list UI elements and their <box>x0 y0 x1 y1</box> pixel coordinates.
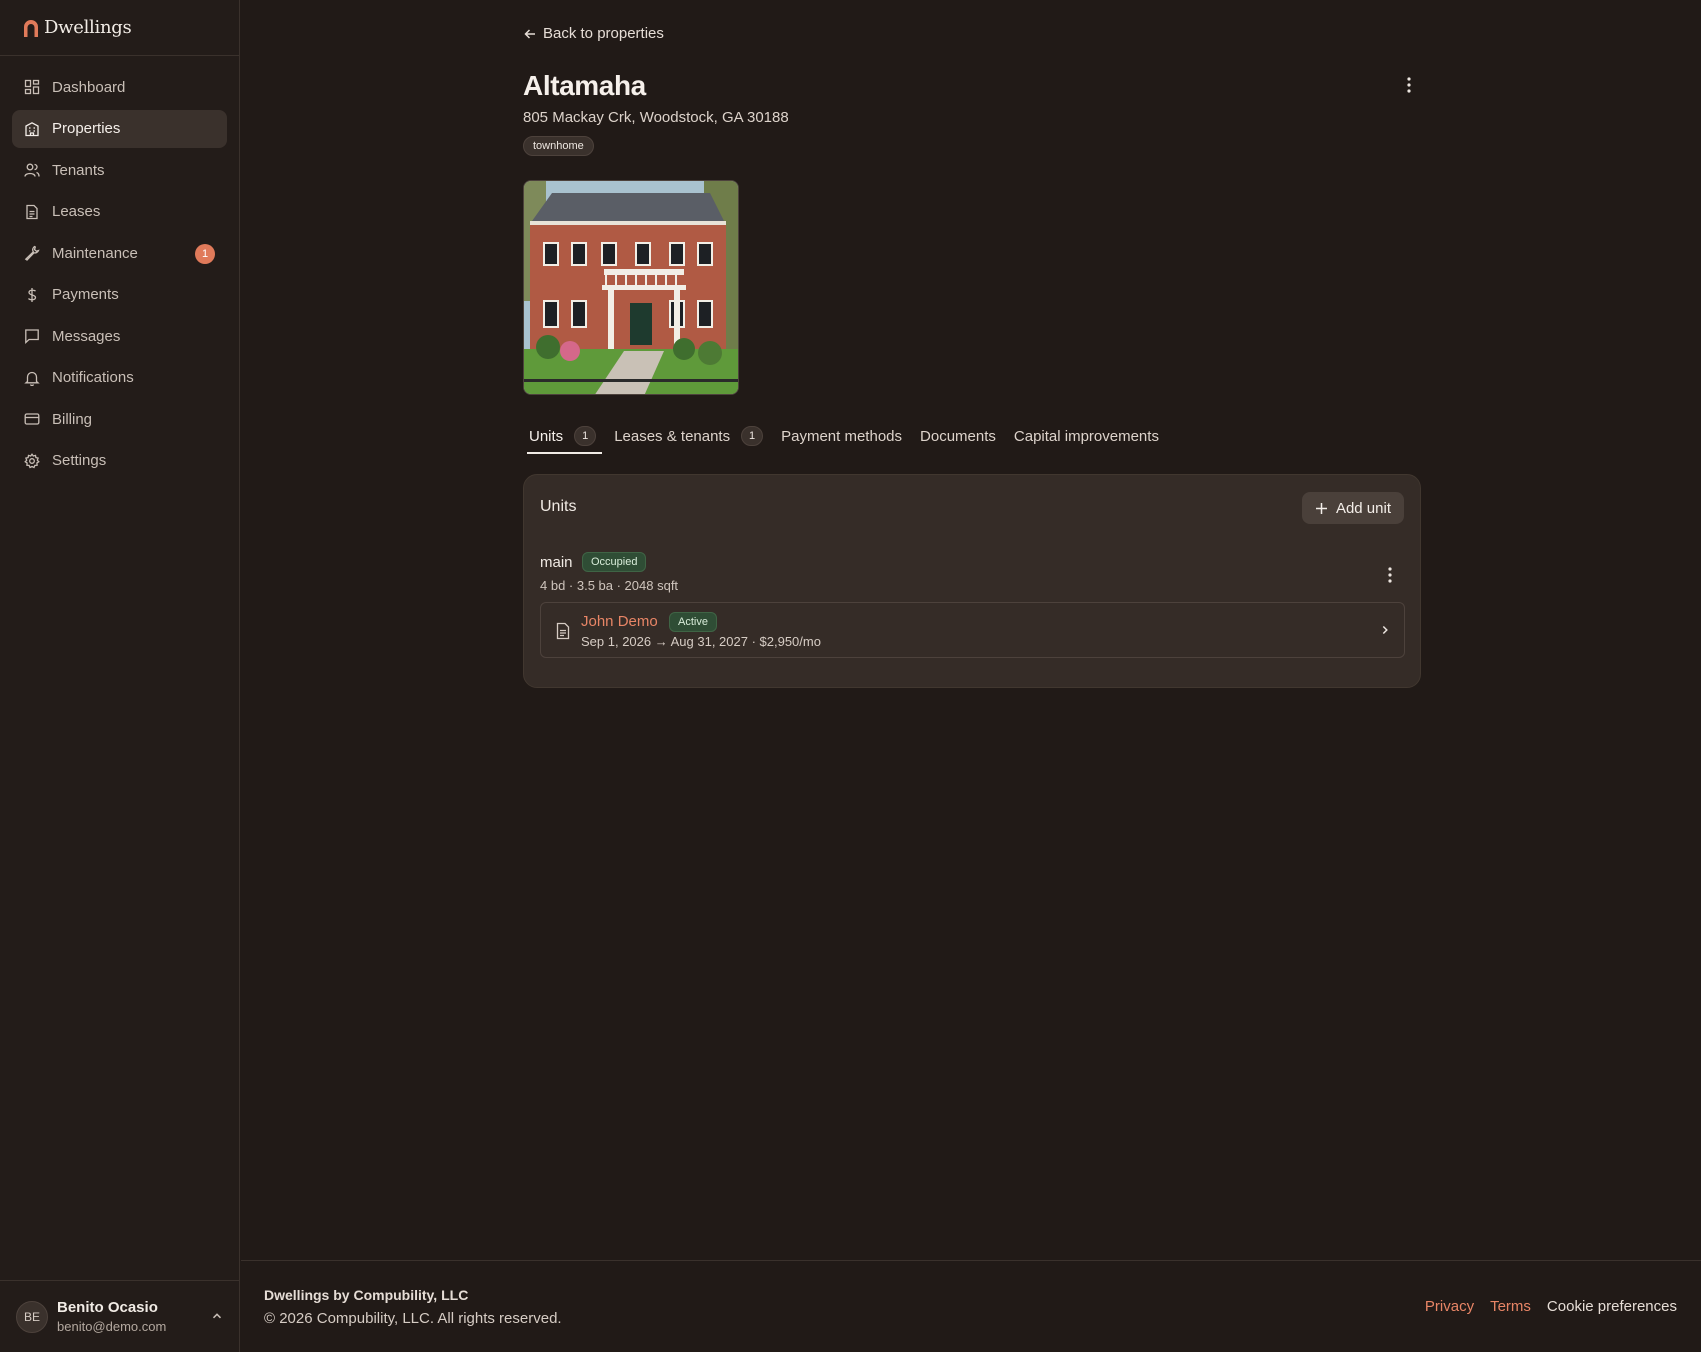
sidebar-item-dashboard[interactable]: Dashboard <box>12 68 227 106</box>
brand[interactable]: Dwellings <box>0 0 239 56</box>
property-type-tag: townhome <box>523 136 594 156</box>
back-link-label: Back to properties <box>543 25 664 42</box>
property-address: 805 Mackay Crk, Woodstock, GA 30188 <box>523 109 789 126</box>
lease-details: Sep 1, 2026 → Aug 31, 2027 · $2,950/mo <box>581 634 821 649</box>
page-title: Altamaha <box>523 70 646 101</box>
footer-links: Privacy Terms Cookie preferences <box>1409 1298 1677 1315</box>
sidebar-item-payments[interactable]: Payments <box>12 276 227 314</box>
unit-status-badge: Occupied <box>582 552 647 572</box>
sidebar-nav: Dashboard Properties Tenants Leases Main… <box>0 56 239 480</box>
dashboard-icon <box>24 79 40 95</box>
sidebar-item-label: Properties <box>52 120 121 137</box>
message-icon <box>24 328 40 344</box>
add-unit-button[interactable]: Add unit <box>1301 492 1404 524</box>
document-icon <box>24 204 40 220</box>
building-icon <box>24 121 40 137</box>
sidebar-item-tenants[interactable]: Tenants <box>12 151 227 189</box>
tab-label: Leases & tenants <box>614 427 731 445</box>
tab-units[interactable]: Units 1 <box>523 421 603 454</box>
logo-icon <box>24 19 38 37</box>
user-menu[interactable]: BE Benito Ocasio benito@demo.com <box>0 1280 240 1352</box>
sidebar-item-settings[interactable]: Settings <box>12 442 227 480</box>
units-card-title: Units <box>540 498 577 515</box>
sidebar-item-leases[interactable]: Leases <box>12 193 227 231</box>
tab-count-badge: 1 <box>741 426 764 446</box>
document-icon <box>556 622 570 640</box>
avatar: BE <box>16 1300 48 1333</box>
tab-label: Units <box>529 427 564 445</box>
plus-icon <box>1315 502 1327 514</box>
property-tabs: Units 1 Leases & tenants 1 Payment metho… <box>523 421 1171 454</box>
tenant-name-link[interactable]: John Demo <box>581 613 658 630</box>
lease-row[interactable]: John Demo Active Sep 1, 2026 → Aug 31, 2… <box>540 602 1405 658</box>
unit-stats: 4 bd · 3.5 ba · 2048 sqft <box>540 578 679 593</box>
terms-link[interactable]: Terms <box>1490 1298 1531 1315</box>
sidebar-item-messages[interactable]: Messages <box>12 317 227 355</box>
user-info: Benito Ocasio benito@demo.com <box>57 1299 166 1334</box>
add-unit-label: Add unit <box>1335 499 1391 517</box>
sidebar-item-label: Notifications <box>52 369 134 386</box>
sidebar-item-billing[interactable]: Billing <box>12 400 227 438</box>
footer: Dwellings by Compubility, LLC © 2026 Com… <box>241 1260 1701 1352</box>
user-name: Benito Ocasio <box>57 1299 158 1316</box>
privacy-link[interactable]: Privacy <box>1425 1298 1474 1315</box>
tab-label: Documents <box>920 427 996 445</box>
footer-copyright: © 2026 Compubility, LLC. All rights rese… <box>264 1310 562 1327</box>
back-to-properties-link[interactable]: Back to properties <box>523 25 664 42</box>
sidebar-item-properties[interactable]: Properties <box>12 109 227 148</box>
townhouse-image <box>524 181 738 394</box>
tab-label: Payment methods <box>781 427 903 445</box>
credit-card-icon <box>24 411 40 427</box>
maintenance-count-badge: 1 <box>195 244 215 264</box>
tab-payment-methods[interactable]: Payment methods <box>775 421 908 451</box>
main-content: Back to properties Altamaha 805 Mackay C… <box>241 0 1701 1352</box>
sidebar-item-label: Payments <box>52 286 119 303</box>
sidebar: Dwellings Dashboard Properties Tenants L… <box>0 0 240 1352</box>
sidebar-item-label: Billing <box>52 410 93 428</box>
property-photo[interactable] <box>523 180 739 395</box>
chevron-up-icon <box>212 1313 222 1319</box>
tab-label: Capital improvements <box>1013 427 1159 445</box>
sidebar-item-label: Maintenance <box>52 244 138 262</box>
sidebar-item-label: Dashboard <box>52 78 126 96</box>
bell-icon <box>24 370 40 386</box>
tab-documents[interactable]: Documents <box>914 421 1002 451</box>
footer-company: Dwellings by Compubility, LLC <box>264 1287 469 1303</box>
arrow-left-icon <box>524 28 535 39</box>
sidebar-item-maintenance[interactable]: Maintenance 1 <box>12 234 227 272</box>
brand-name: Dwellings <box>44 17 132 38</box>
users-icon <box>24 162 40 178</box>
unit-name: main <box>540 554 573 571</box>
gear-icon <box>24 452 40 469</box>
sidebar-item-label: Settings <box>52 452 107 469</box>
unit-more-options-icon[interactable] <box>1382 565 1398 585</box>
sidebar-item-label: Leases <box>52 203 101 220</box>
lease-status-badge: Active <box>669 612 717 632</box>
tab-leases-tenants[interactable]: Leases & tenants 1 <box>608 421 769 451</box>
more-options-icon[interactable] <box>1401 75 1417 95</box>
units-card: Units Add unit main Occupied 4 bd · 3.5 … <box>523 474 1421 688</box>
tab-capital-improvements[interactable]: Capital improvements <box>1008 421 1165 451</box>
sidebar-item-label: Messages <box>52 327 121 345</box>
user-email: benito@demo.com <box>57 1319 167 1334</box>
sidebar-item-notifications[interactable]: Notifications <box>12 359 227 397</box>
cookie-preferences-link[interactable]: Cookie preferences <box>1547 1298 1677 1315</box>
chevron-right-icon <box>1382 625 1388 635</box>
wrench-icon <box>24 245 40 261</box>
sidebar-item-label: Tenants <box>52 161 105 179</box>
dollar-icon <box>24 287 40 303</box>
tab-count-badge: 1 <box>574 426 597 446</box>
